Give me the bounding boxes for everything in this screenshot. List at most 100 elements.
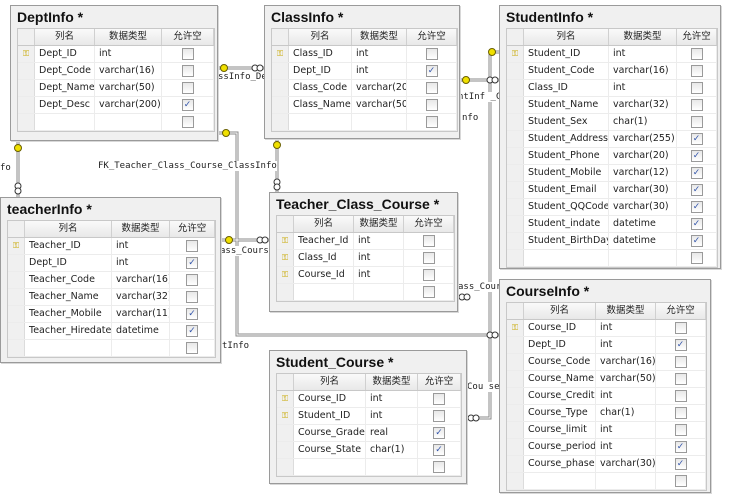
row-selector[interactable] <box>277 425 294 441</box>
column-row[interactable]: Student_Sex char(1) <box>507 114 717 131</box>
allow-null-checkbox[interactable] <box>674 373 687 385</box>
column-name[interactable] <box>25 340 112 356</box>
row-selector[interactable]: ⚿ <box>272 46 289 62</box>
column-row[interactable]: ⚿ Student_ID int <box>507 46 717 63</box>
column-type[interactable] <box>354 284 404 300</box>
row-selector[interactable]: ⚿ <box>277 267 294 283</box>
column-row[interactable]: ⚿ Teacher_ID int <box>8 238 215 255</box>
table-courseinfo[interactable]: CourseInfo * 列名 数据类型 允许空 ⚿ Course_ID int Dept_I… <box>499 279 711 493</box>
column-row[interactable]: Student_Name varchar(32) <box>507 97 717 114</box>
allow-null-checkbox[interactable] <box>425 48 438 60</box>
column-name[interactable]: Dept_ID <box>289 63 352 79</box>
allow-null-checkbox[interactable]: ✓ <box>690 218 703 230</box>
column-name[interactable]: Class_ID <box>524 80 609 96</box>
column-name[interactable]: Student_Name <box>524 97 609 113</box>
column-name[interactable] <box>35 114 95 130</box>
column-type[interactable]: int <box>352 63 407 79</box>
allow-null-checkbox[interactable] <box>186 342 198 354</box>
column-type[interactable]: varchar(16) <box>609 63 677 79</box>
column-type[interactable]: varchar(16) <box>95 63 162 79</box>
column-name[interactable]: Dept_ID <box>524 337 596 353</box>
column-name[interactable]: Course_period <box>524 439 596 455</box>
column-type[interactable]: varchar(50) <box>95 80 162 96</box>
allow-null-checkbox[interactable]: ✓ <box>690 133 703 145</box>
column-row[interactable]: Dept_ID int ✓ <box>507 337 706 354</box>
column-row[interactable]: Course_State char(1) ✓ <box>277 442 461 459</box>
column-type[interactable] <box>366 459 418 475</box>
row-selector[interactable] <box>507 148 524 164</box>
row-selector[interactable] <box>507 216 524 232</box>
allow-null-checkbox[interactable] <box>690 116 703 128</box>
row-selector[interactable] <box>18 114 35 130</box>
column-name[interactable]: Course_Id <box>294 267 354 283</box>
column-row[interactable]: Dept_ID int ✓ <box>8 255 215 272</box>
column-type[interactable]: real <box>366 425 418 441</box>
column-row[interactable]: Class_ID int <box>507 80 717 97</box>
column-name[interactable]: Course_Type <box>524 405 596 421</box>
allow-null-checkbox[interactable] <box>181 48 194 60</box>
column-name[interactable]: Teacher_Code <box>25 272 112 288</box>
column-row[interactable]: Class_Code varchar(20) <box>272 80 457 97</box>
column-row[interactable]: Student_Code varchar(16) <box>507 63 717 80</box>
row-selector[interactable] <box>277 284 294 300</box>
column-row[interactable]: Course_Code varchar(16) <box>507 354 706 371</box>
row-selector[interactable] <box>507 439 524 455</box>
column-type[interactable]: int <box>609 80 677 96</box>
column-type[interactable] <box>95 114 162 130</box>
row-selector[interactable] <box>507 63 524 79</box>
column-type[interactable] <box>352 114 407 130</box>
column-name[interactable]: Class_Name <box>289 97 352 113</box>
row-selector[interactable] <box>507 456 524 472</box>
row-selector[interactable] <box>8 340 25 356</box>
column-name[interactable]: Teacher_Name <box>25 289 112 305</box>
row-selector[interactable]: ⚿ <box>277 250 294 266</box>
column-type[interactable]: datetime <box>112 323 170 339</box>
allow-null-checkbox[interactable] <box>422 286 435 298</box>
allow-null-checkbox[interactable] <box>186 291 198 303</box>
allow-null-checkbox[interactable] <box>433 410 445 422</box>
row-selector[interactable] <box>272 114 289 130</box>
allow-null-checkbox[interactable]: ✓ <box>690 235 703 247</box>
column-type[interactable]: datetime <box>609 216 677 232</box>
row-selector[interactable] <box>8 255 25 271</box>
column-type[interactable] <box>112 340 170 356</box>
allow-null-checkbox[interactable]: ✓ <box>433 444 445 456</box>
column-type[interactable]: int <box>354 267 404 283</box>
column-row[interactable]: Student_Email varchar(30) ✓ <box>507 182 717 199</box>
row-selector[interactable] <box>507 233 524 249</box>
table-teacherinfo[interactable]: teacherInfo * 列名 数据类型 允许空 ⚿ Teacher_ID int Dept… <box>0 197 221 363</box>
column-type[interactable]: varchar(255) <box>609 131 677 147</box>
column-name[interactable]: Dept_Code <box>35 63 95 79</box>
column-row[interactable]: Student_QQCode varchar(30) ✓ <box>507 199 717 216</box>
row-selector[interactable] <box>277 442 294 458</box>
column-row[interactable]: ⚿ Dept_ID int <box>18 46 214 63</box>
column-type[interactable]: int <box>112 255 170 271</box>
column-type[interactable]: int <box>596 422 656 438</box>
column-type[interactable]: varchar(32) <box>609 97 677 113</box>
column-type[interactable]: varchar(32) <box>112 289 170 305</box>
column-name[interactable]: Course_ID <box>524 320 596 336</box>
column-name[interactable]: Course_Credit <box>524 388 596 404</box>
table-classinfo[interactable]: ClassInfo * 列名 数据类型 允许空 ⚿ Class_ID int Dept_ID i… <box>264 5 460 139</box>
column-type[interactable] <box>609 250 677 266</box>
allow-null-checkbox[interactable] <box>690 65 703 77</box>
column-name[interactable]: Course_Code <box>524 354 596 370</box>
column-row[interactable]: Teacher_Name varchar(32) <box>8 289 215 306</box>
column-type[interactable]: varchar(30) <box>609 199 677 215</box>
row-selector[interactable] <box>507 199 524 215</box>
allow-null-checkbox[interactable] <box>690 99 703 111</box>
allow-null-checkbox[interactable] <box>181 116 194 128</box>
row-selector[interactable] <box>8 289 25 305</box>
column-row[interactable]: Dept_Code varchar(16) <box>18 63 214 80</box>
row-selector[interactable]: ⚿ <box>8 238 25 254</box>
row-selector[interactable]: ⚿ <box>507 320 524 336</box>
allow-null-checkbox[interactable]: ✓ <box>674 458 687 470</box>
allow-null-checkbox[interactable] <box>674 475 687 487</box>
column-name[interactable]: Student_ID <box>524 46 609 62</box>
row-selector[interactable]: ⚿ <box>507 46 524 62</box>
table-studentinfo[interactable]: StudentInfo * 列名 数据类型 允许空 ⚿ Student_ID int Stud… <box>499 5 721 269</box>
column-type[interactable]: int <box>95 46 162 62</box>
allow-null-checkbox[interactable] <box>422 252 435 264</box>
row-selector[interactable] <box>507 182 524 198</box>
allow-null-checkbox[interactable]: ✓ <box>181 99 194 111</box>
